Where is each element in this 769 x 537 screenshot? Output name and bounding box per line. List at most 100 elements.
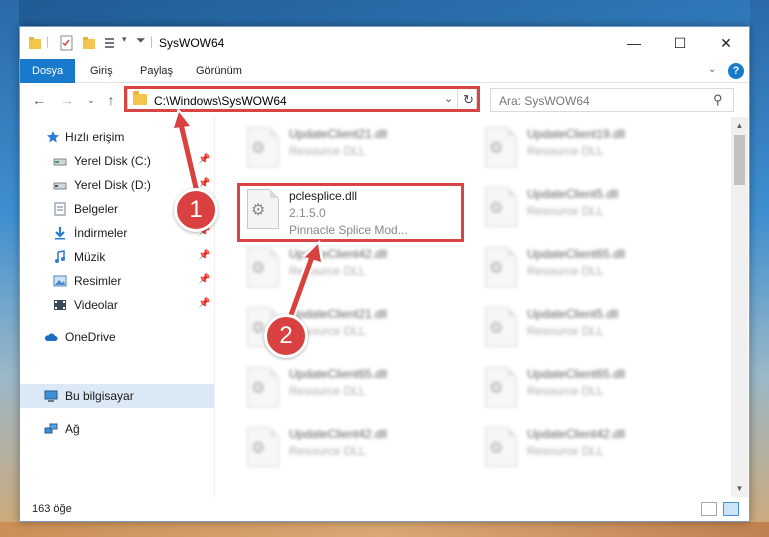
- scroll-down-arrow-icon[interactable]: ▼: [731, 480, 748, 497]
- file-highlight: [237, 183, 464, 242]
- list-item[interactable]: ⚙ UpdateClient5.dll Resource DLL: [479, 303, 709, 357]
- sidebar-item-label: Yerel Disk (C:): [74, 154, 151, 168]
- desktop-wallpaper-bottom: [0, 522, 769, 537]
- chevron-down-icon[interactable]: ▾: [122, 34, 127, 50]
- up-arrow-icon[interactable]: ↑: [102, 91, 120, 109]
- file-type: Resource DLL: [289, 384, 366, 398]
- back-arrow-icon[interactable]: ←: [30, 91, 48, 109]
- forward-arrow-icon[interactable]: →: [58, 91, 76, 109]
- desktop-wallpaper-left: [0, 0, 19, 537]
- file-type: Resource DLL: [289, 444, 366, 458]
- tab-share[interactable]: Paylaş: [128, 59, 185, 83]
- details-view-button[interactable]: [701, 502, 717, 516]
- tab-file[interactable]: Dosya: [20, 59, 76, 83]
- pin-icon[interactable]: 📌: [198, 250, 210, 261]
- sidebar-item-label: Bu bilgisayar: [65, 389, 134, 403]
- status-bar: 163 öğe: [20, 497, 749, 521]
- gear-icon: ⚙: [489, 440, 504, 457]
- gear-icon: ⚙: [251, 140, 266, 157]
- search-input[interactable]: Ara: SysWOW64 ⚲: [490, 88, 734, 112]
- address-bar-highlight: [124, 86, 480, 112]
- sidebar-item-label: Hızlı erişim: [65, 130, 125, 144]
- gear-icon: ⚙: [489, 140, 504, 157]
- scroll-up-arrow-icon[interactable]: ▲: [731, 117, 748, 134]
- sidebar-item-pictures[interactable]: Resimler 📌: [20, 269, 214, 293]
- file-name: UpdateClient65.dll: [527, 367, 626, 381]
- properties-icon[interactable]: [60, 35, 74, 51]
- sidebar-item-local-disk-c[interactable]: Yerel Disk (C:) 📌: [20, 149, 214, 173]
- item-count: 163 öğe: [32, 503, 72, 515]
- list-item[interactable]: ⚙ UpdateClient5.dll Resource DLL: [479, 183, 709, 237]
- minimize-button[interactable]: —: [611, 27, 657, 59]
- chevron-up-icon[interactable]: ⌄: [708, 64, 716, 75]
- new-folder-icon[interactable]: [82, 35, 96, 51]
- title-bar: | ▾ ⏷ | SysWOW64 — ☐ ✕: [20, 27, 749, 59]
- documents-icon: [54, 202, 66, 216]
- sidebar-item-label: Ağ: [65, 422, 80, 436]
- file-type: Resource DLL: [527, 144, 604, 158]
- sidebar-item-label: Resimler: [74, 274, 122, 288]
- list-item[interactable]: ⚙ UpdateClient65.dll Resource DLL: [241, 363, 471, 417]
- tab-home[interactable]: Giriş: [78, 59, 125, 83]
- music-icon: [55, 250, 65, 263]
- close-button[interactable]: ✕: [703, 27, 749, 59]
- file-name: UpdateClient21.dll: [289, 307, 388, 321]
- help-icon[interactable]: ?: [728, 63, 744, 79]
- list-item[interactable]: ⚙ UpdateClient65.dll Resource DLL: [479, 363, 709, 417]
- pin-icon[interactable]: 📌: [198, 154, 210, 165]
- vertical-scrollbar[interactable]: ▲ ▼: [731, 117, 748, 497]
- list-item[interactable]: ⚙ UpdateClient42.dll Resource DLL: [479, 423, 709, 477]
- downloads-icon: [55, 227, 65, 240]
- sidebar-item-network[interactable]: Ağ: [20, 417, 214, 441]
- pin-icon[interactable]: 📌: [198, 298, 210, 309]
- network-icon: [44, 423, 58, 434]
- sidebar-item-label: Belgeler: [74, 202, 119, 216]
- pin-icon[interactable]: 📌: [198, 274, 210, 285]
- file-type: Resource DLL: [527, 444, 604, 458]
- sidebar-item-label: Videolar: [74, 298, 118, 312]
- gear-icon: ⚙: [251, 260, 266, 277]
- sidebar-item-label: Müzik: [74, 250, 106, 264]
- star-icon: [47, 131, 59, 143]
- file-name: UpdateClient19.dll: [527, 127, 626, 141]
- sidebar-item-videos[interactable]: Videolar 📌: [20, 293, 214, 317]
- file-type: Resource DLL: [289, 264, 366, 278]
- recent-locations-dropdown[interactable]: ⌄: [82, 91, 100, 109]
- computer-icon: [44, 390, 58, 402]
- list-item[interactable]: ⚙ UpdateClient19.dll Resource DLL: [479, 123, 709, 177]
- navigation-pane: Hızlı erişim Yerel Disk (C:) 📌 Yerel Dis…: [20, 117, 214, 497]
- file-type: Resource DLL: [289, 144, 366, 158]
- videos-icon: [54, 300, 66, 310]
- cloud-icon: [44, 333, 58, 341]
- search-icon[interactable]: ⚲: [713, 92, 723, 108]
- sidebar-item-label: OneDrive: [65, 330, 116, 344]
- sidebar-item-onedrive[interactable]: OneDrive: [20, 325, 214, 349]
- gear-icon: ⚙: [489, 260, 504, 277]
- customize-toolbar-icon[interactable]: [104, 35, 120, 51]
- file-name: UpdateClient21.dll: [289, 127, 388, 141]
- maximize-button[interactable]: ☐: [657, 27, 703, 59]
- sidebar-item-quick-access[interactable]: Hızlı erişim: [20, 125, 214, 149]
- list-item[interactable]: ⚙ UpdateClient65.dll Resource DLL: [479, 243, 709, 297]
- file-name: UpdateClient5.dll: [527, 187, 619, 201]
- file-list: ⚙ UpdateClient21.dll Resource DLL ⚙ Upda…: [217, 117, 731, 497]
- drive-icon: [53, 158, 67, 166]
- sidebar-item-this-pc[interactable]: Bu bilgisayar: [20, 384, 214, 408]
- scrollbar-thumb[interactable]: [734, 135, 745, 185]
- tiles-view-button[interactable]: [723, 502, 739, 516]
- list-item[interactable]: ⚙ UpdateClient42.dll Resource DLL: [241, 423, 471, 477]
- pictures-icon: [53, 275, 67, 287]
- list-item[interactable]: ⚙ UpdateClient21.dll Resource DLL: [241, 123, 471, 177]
- file-type: Resource DLL: [527, 384, 604, 398]
- list-item[interactable]: ⚙ UpdateClient42.dll Resource DLL: [241, 243, 471, 297]
- gear-icon: ⚙: [251, 380, 266, 397]
- sidebar-item-music[interactable]: Müzik 📌: [20, 245, 214, 269]
- file-name: UpdateClient65.dll: [289, 367, 388, 381]
- sidebar-item-label: Yerel Disk (D:): [74, 178, 151, 192]
- sidebar-item-label: İndirmeler: [74, 226, 128, 240]
- search-placeholder: Ara: SysWOW64: [499, 94, 590, 108]
- file-type: Resource DLL: [527, 204, 604, 218]
- quick-access-toolbar-dropdown[interactable]: ⏷: [136, 33, 146, 49]
- file-name: UpdateClient5.dll: [527, 307, 619, 321]
- tab-view[interactable]: Görünüm: [184, 59, 254, 83]
